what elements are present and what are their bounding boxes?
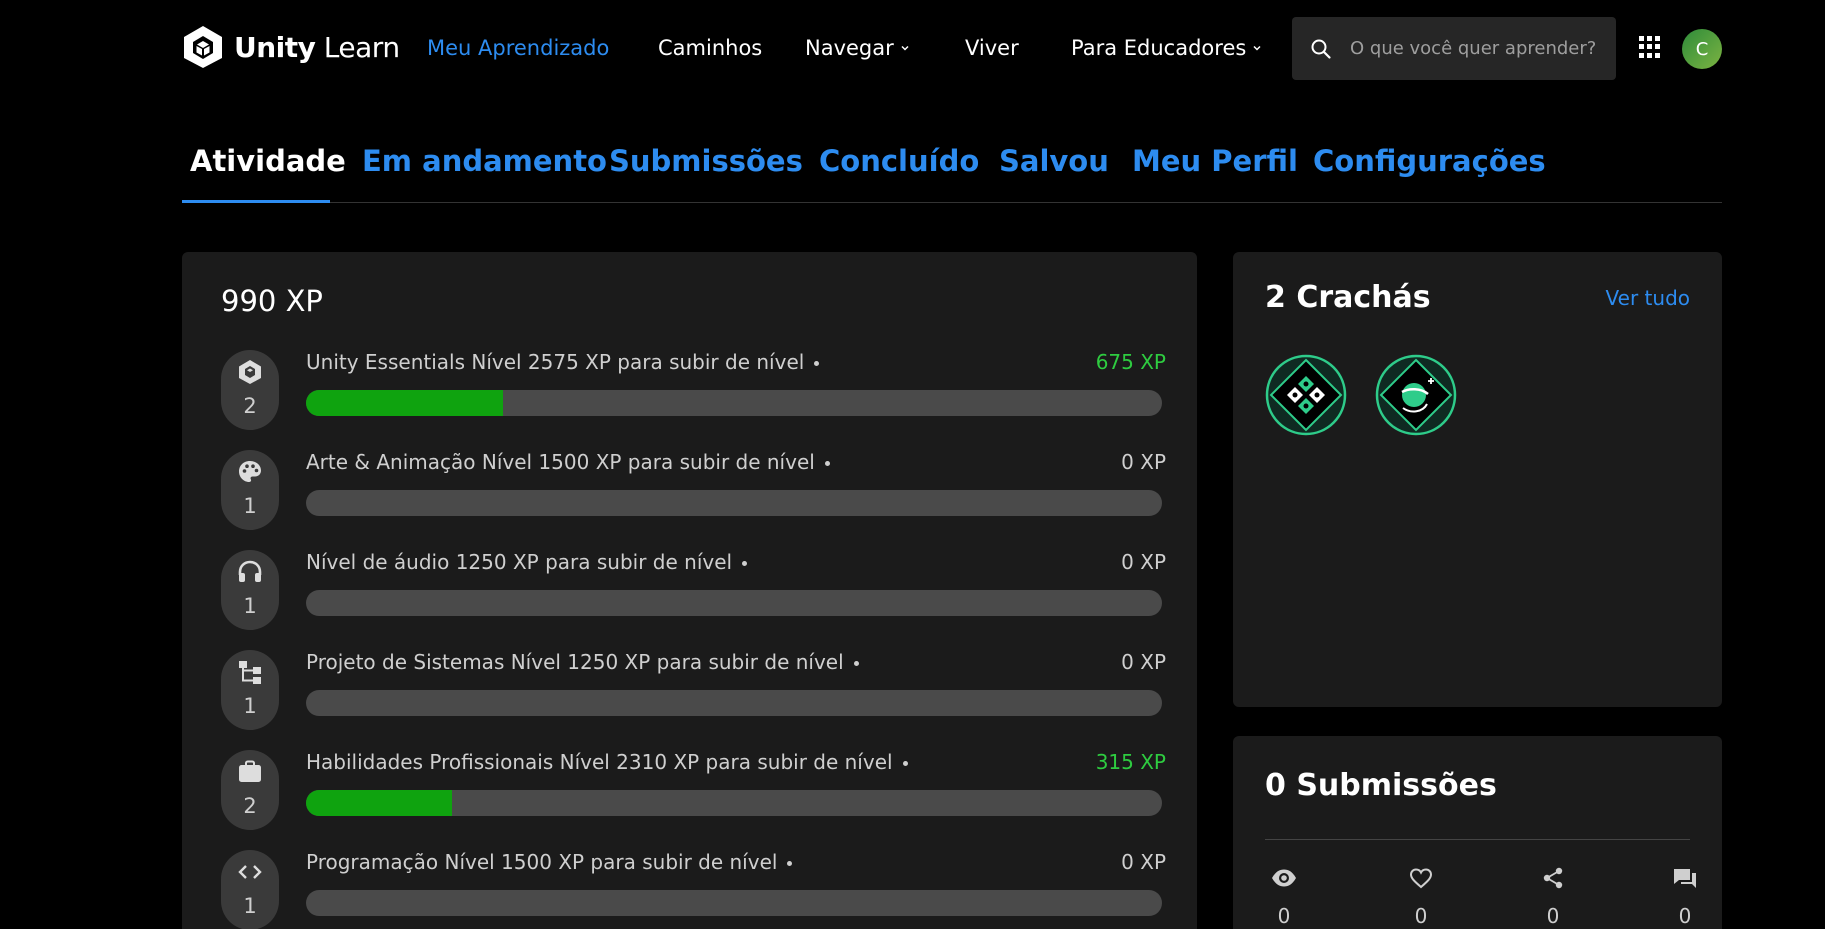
- comment-icon: [1674, 869, 1696, 888]
- skill-level-badge: 1: [221, 550, 279, 630]
- gamepad-badge-icon[interactable]: [1265, 354, 1347, 436]
- apps-grid-icon[interactable]: [1639, 36, 1661, 58]
- hierarchy-icon: [239, 661, 261, 684]
- unity-learn-logo[interactable]: Unity Learn: [182, 24, 400, 70]
- comments-stat: 0: [1665, 866, 1705, 928]
- skill-row[interactable]: 2 Unity Essentials Nível 2575 XP para su…: [221, 350, 1166, 432]
- chevron-down-icon: [1253, 45, 1261, 51]
- skill-name: Nível de áudio 1250 XP para subir de nív…: [306, 550, 748, 574]
- tab-my-profile[interactable]: Meu Perfil: [1132, 144, 1298, 178]
- skill-progress-bar: [306, 490, 1162, 516]
- heart-icon: [1409, 868, 1433, 889]
- skill-level-badge: 2: [221, 750, 279, 830]
- skill-row[interactable]: 1 Projeto de Sistemas Nível 1250 XP para…: [221, 650, 1166, 732]
- nav-label: Meu Aprendizado: [427, 36, 610, 60]
- xp-panel: 990 XP 2 Unity Essentials Nível 2575 XP …: [182, 252, 1197, 929]
- progress-fill: [306, 790, 452, 816]
- likes-stat: 0: [1401, 866, 1441, 928]
- skill-level-badge: 1: [221, 450, 279, 530]
- divider: [1265, 839, 1690, 840]
- skill-level: 1: [243, 694, 257, 718]
- brand-name: Unity Learn: [234, 30, 400, 64]
- search-input[interactable]: [1350, 38, 1600, 59]
- xp-total: 990 XP: [221, 284, 323, 318]
- skill-xp: 675 XP: [1095, 350, 1166, 374]
- stat-value: 0: [1678, 904, 1692, 928]
- tab-activity[interactable]: Atividade: [190, 144, 346, 178]
- skill-name: Arte & Animação Nível 1500 XP para subir…: [306, 450, 830, 474]
- nav-my-learning[interactable]: Meu Aprendizado: [427, 36, 609, 60]
- tab-submissions[interactable]: Submissões: [609, 144, 803, 178]
- skill-level: 1: [243, 494, 257, 518]
- skill-level-badge: 1: [221, 650, 279, 730]
- stat-value: 0: [1414, 904, 1428, 928]
- skill-progress-bar: [306, 690, 1162, 716]
- search-icon: [1311, 39, 1331, 59]
- skill-level: 1: [243, 594, 257, 618]
- nav-pathways[interactable]: Caminhos: [658, 36, 762, 60]
- eye-icon: [1272, 869, 1296, 887]
- skill-name: Programação Nível 1500 XP para subir de …: [306, 850, 793, 874]
- skill-row[interactable]: 1 Nível de áudio 1250 XP para subir de n…: [221, 550, 1166, 632]
- planet-badge-icon[interactable]: [1375, 354, 1457, 436]
- tab-completed[interactable]: Concluído: [819, 144, 979, 178]
- skill-xp: 0 XP: [1121, 650, 1166, 674]
- skill-progress-bar: [306, 390, 1162, 416]
- nav-browse[interactable]: Navegar: [805, 36, 910, 60]
- skill-level: 2: [243, 794, 257, 818]
- skill-xp: 0 XP: [1121, 550, 1166, 574]
- unity-cube-icon: [239, 360, 261, 384]
- tab-settings[interactable]: Configurações: [1313, 144, 1546, 178]
- skill-row[interactable]: 1 Arte & Animação Nível 1500 XP para sub…: [221, 450, 1166, 532]
- progress-fill: [306, 390, 503, 416]
- active-tab-indicator: [182, 200, 330, 203]
- skill-name: Habilidades Profissionais Nível 2310 XP …: [306, 750, 908, 774]
- search-box[interactable]: [1292, 17, 1616, 80]
- stat-value: 0: [1546, 904, 1560, 928]
- briefcase-icon: [239, 760, 261, 782]
- skill-progress-bar: [306, 890, 1162, 916]
- unity-logo-icon: [184, 26, 222, 68]
- profile-tabs: Atividade Em andamento Submissões Conclu…: [182, 138, 1722, 203]
- palette-icon: [239, 461, 261, 482]
- nav-label: Viver: [965, 36, 1019, 60]
- tab-in-progress[interactable]: Em andamento: [362, 144, 607, 178]
- skill-xp: 315 XP: [1095, 750, 1166, 774]
- submissions-panel: 0 Submissões 0 0 0 0: [1233, 736, 1722, 929]
- skill-level-badge: 2: [221, 350, 279, 430]
- tab-saved[interactable]: Salvou: [999, 144, 1109, 178]
- skill-row[interactable]: 1 Programação Nível 1500 XP para subir d…: [221, 850, 1166, 929]
- top-navigation: Unity Learn Meu Aprendizado Caminhos Nav…: [0, 0, 1825, 96]
- skill-progress-bar: [306, 790, 1162, 816]
- skill-level: 2: [243, 394, 257, 418]
- skill-level: 1: [243, 894, 257, 918]
- badges-title: 2 Crachás: [1265, 280, 1431, 315]
- skill-xp: 0 XP: [1121, 850, 1166, 874]
- shares-stat: 0: [1533, 866, 1573, 928]
- code-icon: [238, 865, 262, 879]
- nav-label: Navegar: [805, 36, 894, 60]
- skill-level-badge: 1: [221, 850, 279, 929]
- skill-name: Projeto de Sistemas Nível 1250 XP para s…: [306, 650, 859, 674]
- headphones-icon: [238, 560, 262, 582]
- nav-label: Caminhos: [658, 36, 763, 60]
- badges-panel: 2 Crachás Ver tudo: [1233, 252, 1722, 707]
- skill-progress-bar: [306, 590, 1162, 616]
- skill-xp: 0 XP: [1121, 450, 1166, 474]
- see-all-link[interactable]: Ver tudo: [1606, 286, 1690, 310]
- nav-educators[interactable]: Para Educadores: [1071, 36, 1262, 60]
- skill-row[interactable]: 2 Habilidades Profissionais Nível 2310 X…: [221, 750, 1166, 832]
- skill-name: Unity Essentials Nível 2575 XP para subi…: [306, 350, 820, 374]
- chevron-down-icon: [901, 45, 909, 51]
- share-icon: [1543, 867, 1563, 889]
- avatar[interactable]: C: [1682, 29, 1722, 69]
- nav-label: Para Educadores: [1071, 36, 1247, 60]
- stat-value: 0: [1277, 904, 1291, 928]
- submissions-title: 0 Submissões: [1265, 768, 1497, 803]
- nav-live[interactable]: Viver: [965, 36, 1019, 60]
- views-stat: 0: [1264, 866, 1304, 928]
